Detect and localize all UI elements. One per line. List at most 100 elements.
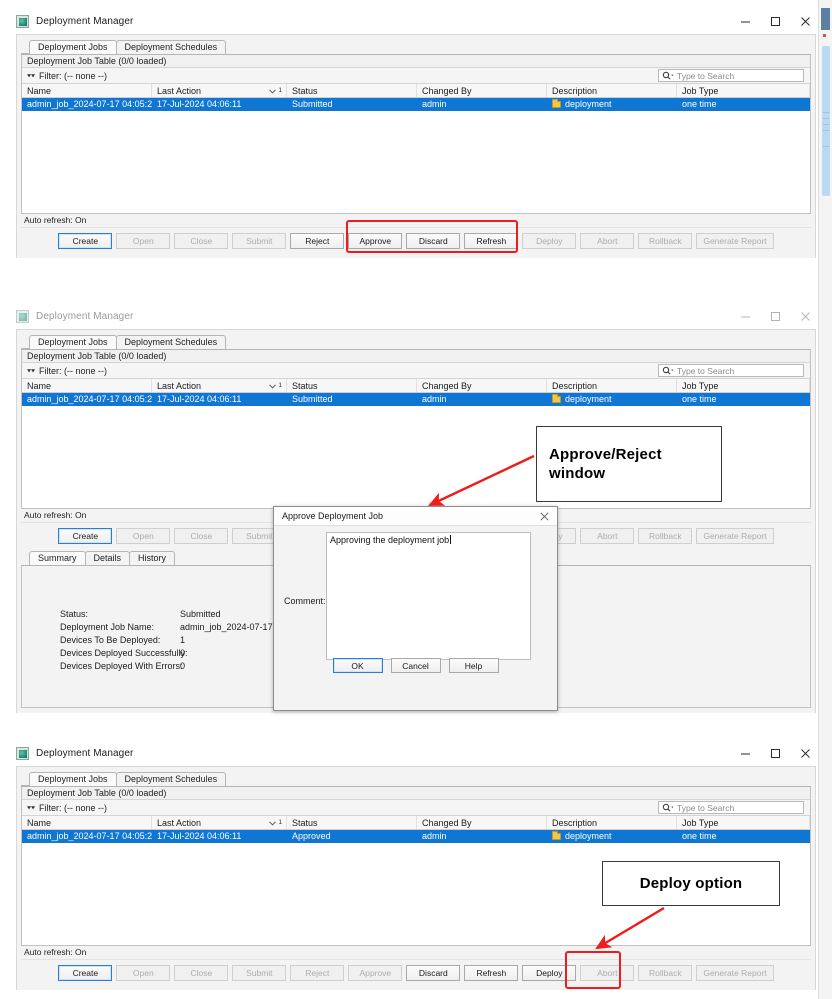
tab-deployment-jobs[interactable]: Deployment Jobs: [29, 772, 117, 786]
sort-priority: 1: [278, 87, 282, 94]
comment-input[interactable]: Approving the deployment job: [326, 532, 531, 660]
close-button[interactable]: [790, 8, 820, 34]
tab-label: History: [138, 553, 167, 563]
column-header-job-type[interactable]: Job Type: [677, 379, 810, 392]
refresh-button[interactable]: Refresh: [464, 964, 519, 981]
ok-button[interactable]: OK: [332, 658, 383, 673]
search-input[interactable]: Type to Search: [658, 364, 804, 377]
annotation-callout-approve-reject: Approve/Reject window: [536, 426, 722, 502]
maximize-button[interactable]: [760, 303, 790, 329]
filter-label[interactable]: Filter: (-- none --): [39, 803, 107, 813]
column-header-changed-by[interactable]: Changed By: [417, 84, 547, 97]
filter-chevron-icon[interactable]: ▾▾: [27, 367, 35, 374]
cell-description-text: deployment: [565, 394, 612, 404]
scrollbar-tick: [823, 118, 829, 119]
job-grid: Name Last Action 1 Status Changed By Des…: [22, 84, 810, 213]
tab-details[interactable]: Details: [84, 551, 131, 565]
table-row[interactable]: admin_job_2024-07-17 04:05:25.051 17-Jul…: [22, 98, 810, 111]
table-row[interactable]: admin_job_2024-07-17 04:05:25.051 17-Jul…: [22, 830, 810, 843]
field-value-devices-success: 0: [180, 648, 186, 658]
open-button: Open: [116, 527, 171, 544]
table-caption: Deployment Job Table (0/0 loaded): [22, 350, 810, 363]
column-header-description[interactable]: Description: [547, 84, 677, 97]
filter-bar: ▾▾ Filter: (-- none --) Type to Search: [22, 363, 810, 379]
column-header-name[interactable]: Name: [22, 816, 152, 829]
maximize-button[interactable]: [760, 740, 790, 766]
create-button[interactable]: Create: [58, 964, 113, 981]
tab-deployment-jobs[interactable]: Deployment Jobs: [29, 335, 117, 349]
cancel-button[interactable]: Cancel: [390, 658, 441, 673]
create-button[interactable]: Create: [58, 232, 113, 249]
tab-history[interactable]: History: [129, 551, 176, 565]
rollback-button: Rollback: [638, 964, 693, 981]
app-icon: [16, 309, 29, 323]
app-icon: [16, 746, 29, 760]
column-header-job-type[interactable]: Job Type: [677, 816, 810, 829]
tab-deployment-schedules[interactable]: Deployment Schedules: [115, 772, 227, 786]
cell-status: Submitted: [292, 99, 333, 109]
column-header-job-type[interactable]: Job Type: [677, 84, 810, 97]
grid-header: Name Last Action 1 Status Changed By Des…: [22, 379, 810, 393]
column-header-label: Last Action: [157, 86, 202, 96]
reject-button[interactable]: Reject: [290, 232, 345, 249]
tab-deployment-schedules[interactable]: Deployment Schedules: [115, 335, 227, 349]
discard-button[interactable]: Discard: [406, 964, 461, 981]
column-header-last-action[interactable]: Last Action 1: [152, 816, 287, 829]
title-bar: Deployment Manager: [8, 740, 824, 766]
cell-changed-by: admin: [422, 831, 447, 841]
column-header-status[interactable]: Status: [287, 379, 417, 392]
minimize-button[interactable]: [730, 8, 760, 34]
search-input[interactable]: Type to Search: [658, 69, 804, 82]
title-bar: Deployment Manager: [8, 8, 824, 34]
cell-status: Submitted: [292, 394, 333, 404]
column-header-changed-by[interactable]: Changed By: [417, 816, 547, 829]
column-header-last-action[interactable]: Last Action 1: [152, 379, 287, 392]
dialog-title: Approve Deployment Job: [282, 511, 384, 521]
approve-button: Approve: [348, 964, 403, 981]
sort-priority: 1: [278, 382, 282, 389]
scrollbar-marker-dot: [823, 34, 826, 37]
search-input[interactable]: Type to Search: [658, 801, 804, 814]
tab-summary[interactable]: Summary: [29, 551, 86, 565]
field-label-devices-success: Devices Deployed Successfully:: [60, 648, 188, 658]
column-header-name[interactable]: Name: [22, 84, 152, 97]
minimize-button[interactable]: [730, 740, 760, 766]
comment-label: Comment:: [284, 596, 326, 606]
document-scrollbar[interactable]: [818, 0, 832, 999]
scrollbar-tick: [823, 124, 829, 125]
cell-name: admin_job_2024-07-17 04:05:25.051: [27, 99, 152, 109]
dialog-close-icon[interactable]: [531, 507, 557, 526]
close-button[interactable]: [790, 740, 820, 766]
tab-label: Deployment Schedules: [124, 42, 218, 52]
maximize-button[interactable]: [760, 8, 790, 34]
tab-deployment-schedules[interactable]: Deployment Schedules: [115, 40, 227, 54]
abort-button: Abort: [580, 527, 635, 544]
window-title: Deployment Manager: [36, 747, 134, 759]
folder-icon: [552, 394, 561, 403]
cell-job-type: one time: [682, 394, 717, 404]
help-button[interactable]: Help: [448, 658, 499, 673]
scrollbar-thumb[interactable]: [822, 46, 830, 196]
table-row[interactable]: admin_job_2024-07-17 04:05:25.051 17-Jul…: [22, 393, 810, 406]
filter-chevron-icon[interactable]: ▾▾: [27, 804, 35, 811]
tab-deployment-jobs[interactable]: Deployment Jobs: [29, 40, 117, 54]
submit-button: Submit: [232, 232, 287, 249]
filter-label[interactable]: Filter: (-- none --): [39, 366, 107, 376]
main-tabs: Deployment Jobs Deployment Schedules: [21, 772, 811, 787]
filter-label[interactable]: Filter: (-- none --): [39, 71, 107, 81]
minimize-button[interactable]: [730, 303, 760, 329]
submit-button: Submit: [232, 964, 287, 981]
column-header-changed-by[interactable]: Changed By: [417, 379, 547, 392]
close-button[interactable]: [790, 303, 820, 329]
column-header-description[interactable]: Description: [547, 816, 677, 829]
field-label-devices-errors: Devices Deployed With Errors:: [60, 661, 183, 671]
app-icon: [16, 14, 29, 28]
column-header-last-action[interactable]: Last Action 1: [152, 84, 287, 97]
create-button[interactable]: Create: [58, 527, 113, 544]
column-header-status[interactable]: Status: [287, 84, 417, 97]
column-header-description[interactable]: Description: [547, 379, 677, 392]
filter-chevron-icon[interactable]: ▾▾: [27, 72, 35, 79]
column-header-status[interactable]: Status: [287, 816, 417, 829]
cell-job-type: one time: [682, 831, 717, 841]
column-header-name[interactable]: Name: [22, 379, 152, 392]
